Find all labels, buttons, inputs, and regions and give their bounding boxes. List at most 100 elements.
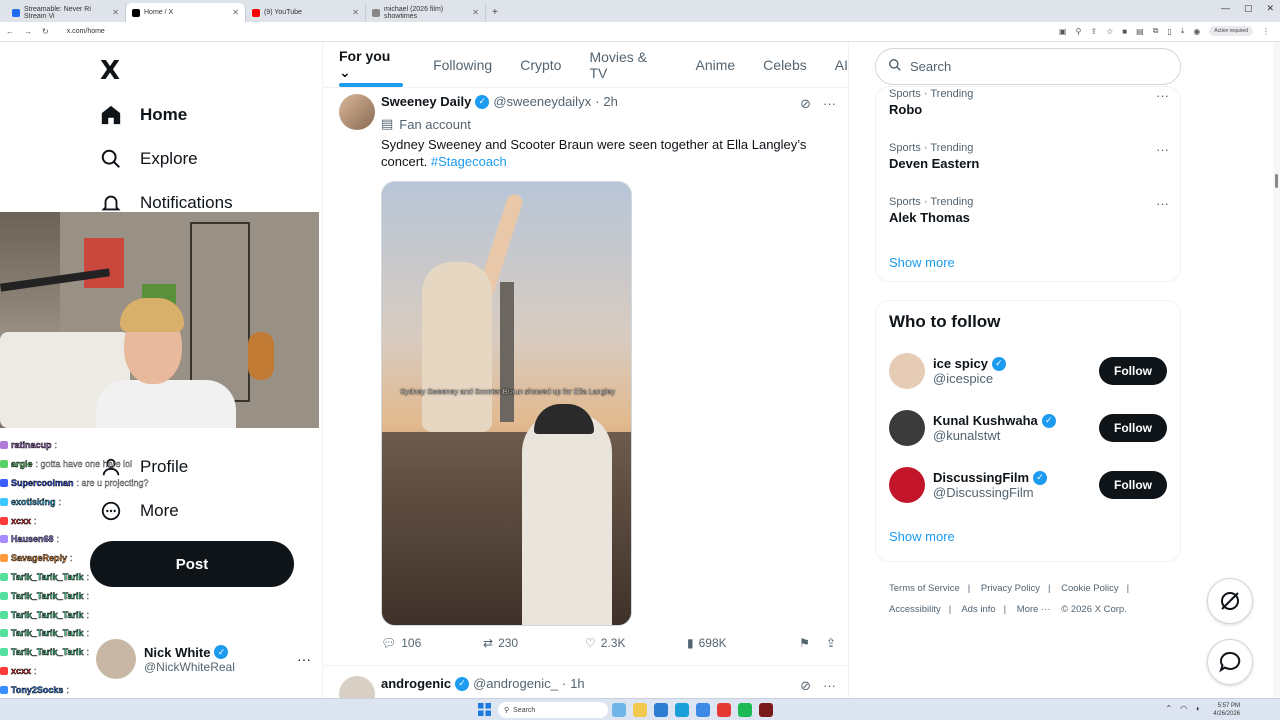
tab-movies-tv[interactable]: Movies & TV <box>589 49 667 81</box>
browser-tab-youtube[interactable]: (9) YouTube ✕ <box>246 3 366 22</box>
back-arrow-icon[interactable]: ← <box>6 27 14 36</box>
close-icon[interactable]: ✕ <box>232 8 239 17</box>
bookmark-icon[interactable]: ⚑ <box>799 636 810 650</box>
avatar[interactable] <box>339 94 375 130</box>
extension-icon[interactable]: ■ <box>1122 27 1127 36</box>
more-dots-icon[interactable]: ··· <box>1156 142 1169 157</box>
taskbar-search[interactable]: ⚲ Search <box>498 702 608 718</box>
page-scrollbar[interactable] <box>1273 42 1280 698</box>
download-icon[interactable]: ⤓ <box>1181 26 1185 36</box>
edge-icon[interactable] <box>675 703 689 717</box>
show-more-trends-link[interactable]: Show more <box>889 255 955 270</box>
tab-celebs[interactable]: Celebs <box>763 57 807 73</box>
minimize-icon[interactable]: — <box>1221 3 1230 14</box>
wifi-icon[interactable]: ◠ <box>1180 704 1187 713</box>
cookie-link[interactable]: Cookie Policy <box>1061 583 1119 594</box>
post-author-name[interactable]: Sweeney Daily <box>381 94 471 109</box>
follow-suggestion[interactable]: DiscussingFilm ✓ @DiscussingFilm Follow <box>889 466 1167 504</box>
trend-item[interactable]: Sports · Trending Alek Thomas ··· <box>889 196 1169 225</box>
post-time[interactable]: 1h <box>570 676 584 691</box>
more-dots-icon[interactable]: ··· <box>297 651 311 667</box>
follow-button[interactable]: Follow <box>1099 357 1167 385</box>
nav-home[interactable]: Home <box>100 104 187 126</box>
ads-info-link[interactable]: Ads info <box>961 604 995 615</box>
trend-item[interactable]: Sports · Trending Deven Eastern ··· <box>889 142 1169 171</box>
menu-icon[interactable]: ⋮ <box>1262 27 1270 36</box>
zoom-icon[interactable]: ⚲ <box>1076 27 1082 36</box>
close-window-icon[interactable]: ✕ <box>1266 3 1274 14</box>
terms-link[interactable]: Terms of Service <box>889 583 960 594</box>
browser-tab-michael[interactable]: michael (2026 film) showtimes ✕ <box>366 3 486 22</box>
action-required-pill[interactable]: Action required <box>1209 26 1253 36</box>
grok-button[interactable] <box>1207 578 1253 624</box>
share-icon[interactable]: ⇪ <box>1090 27 1097 36</box>
repost-button[interactable]: ⇄ 230 <box>483 636 585 650</box>
spotify-icon[interactable] <box>738 703 752 717</box>
show-more-follow-link[interactable]: Show more <box>889 529 955 544</box>
install-icon[interactable]: ▣ <box>1059 27 1067 36</box>
new-tab-button[interactable]: + <box>486 3 504 22</box>
post-card[interactable]: androgenic ✓ @androgenic_ · 1h ⊘ ··· <box>323 665 848 698</box>
post-author-handle[interactable]: @androgenic_ <box>473 676 558 691</box>
taskview-icon[interactable] <box>612 703 626 717</box>
nav-notifications[interactable]: Notifications <box>100 192 233 214</box>
search-input[interactable]: Search <box>875 48 1181 85</box>
sidebar-icon[interactable]: ▯ <box>1167 27 1171 36</box>
accessibility-link[interactable]: Accessibility <box>889 604 941 615</box>
grok-icon[interactable]: ⊘ <box>800 96 811 112</box>
browser-tab-streamable[interactable]: Streamable: Never Ri Stream Vi ✕ <box>6 3 126 22</box>
post-time[interactable]: 2h <box>603 94 617 109</box>
profile-icon[interactable]: ◉ <box>1193 27 1200 36</box>
grok-icon[interactable]: ⊘ <box>800 678 811 694</box>
puzzle-icon[interactable]: ⧉ <box>1153 26 1159 36</box>
hashtag-link[interactable]: #Stagecoach <box>431 154 507 169</box>
share-icon[interactable]: ⇪ <box>826 636 836 650</box>
post-video[interactable]: Sydney Sweeney and Scooter Braun showed … <box>381 181 632 626</box>
maximize-icon[interactable]: ▢ <box>1244 3 1253 14</box>
tab-anime[interactable]: Anime <box>695 57 735 73</box>
tab-for-you[interactable]: For you ⌄ <box>339 48 405 81</box>
volume-icon[interactable]: ◖ <box>1195 704 1200 713</box>
post-author-handle[interactable]: @sweeneydailyx <box>493 94 591 109</box>
follow-button[interactable]: Follow <box>1099 471 1167 499</box>
like-button[interactable]: ♡ 2.3K <box>585 636 687 650</box>
tab-following[interactable]: Following <box>433 57 492 73</box>
reload-icon[interactable]: ↻ <box>42 27 49 36</box>
close-icon[interactable]: ✕ <box>472 8 479 17</box>
mail-icon[interactable] <box>654 703 668 717</box>
scrollbar-thumb[interactable] <box>1275 174 1278 188</box>
more-link[interactable]: More ··· <box>1017 604 1051 615</box>
tab-crypto[interactable]: Crypto <box>520 57 561 73</box>
post-author-name[interactable]: androgenic <box>381 676 451 691</box>
chevron-up-icon[interactable]: ⌃ <box>1165 704 1172 713</box>
bookmark-star-icon[interactable]: ☆ <box>1106 27 1113 36</box>
nav-explore[interactable]: Explore <box>100 148 198 170</box>
url-field[interactable]: x.com/home <box>59 28 105 35</box>
taskbar-clock[interactable]: 5:57 PM 4/26/2026 <box>1213 702 1240 718</box>
obs-icon[interactable] <box>759 703 773 717</box>
tab-ai[interactable]: AI <box>835 57 848 73</box>
file-explorer-icon[interactable] <box>633 703 647 717</box>
more-dots-icon[interactable]: ··· <box>1156 196 1169 211</box>
browser-tab-home-x[interactable]: Home / X ✕ <box>126 3 246 22</box>
close-icon[interactable]: ✕ <box>112 8 119 17</box>
forward-arrow-icon[interactable]: → <box>24 27 32 36</box>
follow-suggestion[interactable]: ice spicy ✓ @icespice Follow <box>889 352 1167 390</box>
avatar[interactable] <box>339 676 375 698</box>
trend-item[interactable]: Sports · Trending Robo ··· <box>889 88 1169 117</box>
more-dots-icon[interactable]: ··· <box>823 96 836 112</box>
more-dots-icon[interactable]: ··· <box>1156 88 1169 103</box>
views-button[interactable]: ▮ 698K <box>687 636 789 650</box>
follow-suggestion[interactable]: Kunal Kushwaha ✓ @kunalstwt Follow <box>889 409 1167 447</box>
messages-button[interactable] <box>1207 639 1253 685</box>
x-logo[interactable]: X <box>100 56 120 86</box>
extension-icon[interactable]: ▤ <box>1136 27 1144 36</box>
privacy-link[interactable]: Privacy Policy <box>981 583 1040 594</box>
windows-start-icon[interactable] <box>478 703 491 716</box>
close-icon[interactable]: ✕ <box>352 8 359 17</box>
more-dots-icon[interactable]: ··· <box>823 678 836 694</box>
follow-button[interactable]: Follow <box>1099 414 1167 442</box>
reply-button[interactable]: 💬︎ 106 <box>381 636 483 650</box>
store-icon[interactable] <box>696 703 710 717</box>
chrome-icon[interactable] <box>717 703 731 717</box>
